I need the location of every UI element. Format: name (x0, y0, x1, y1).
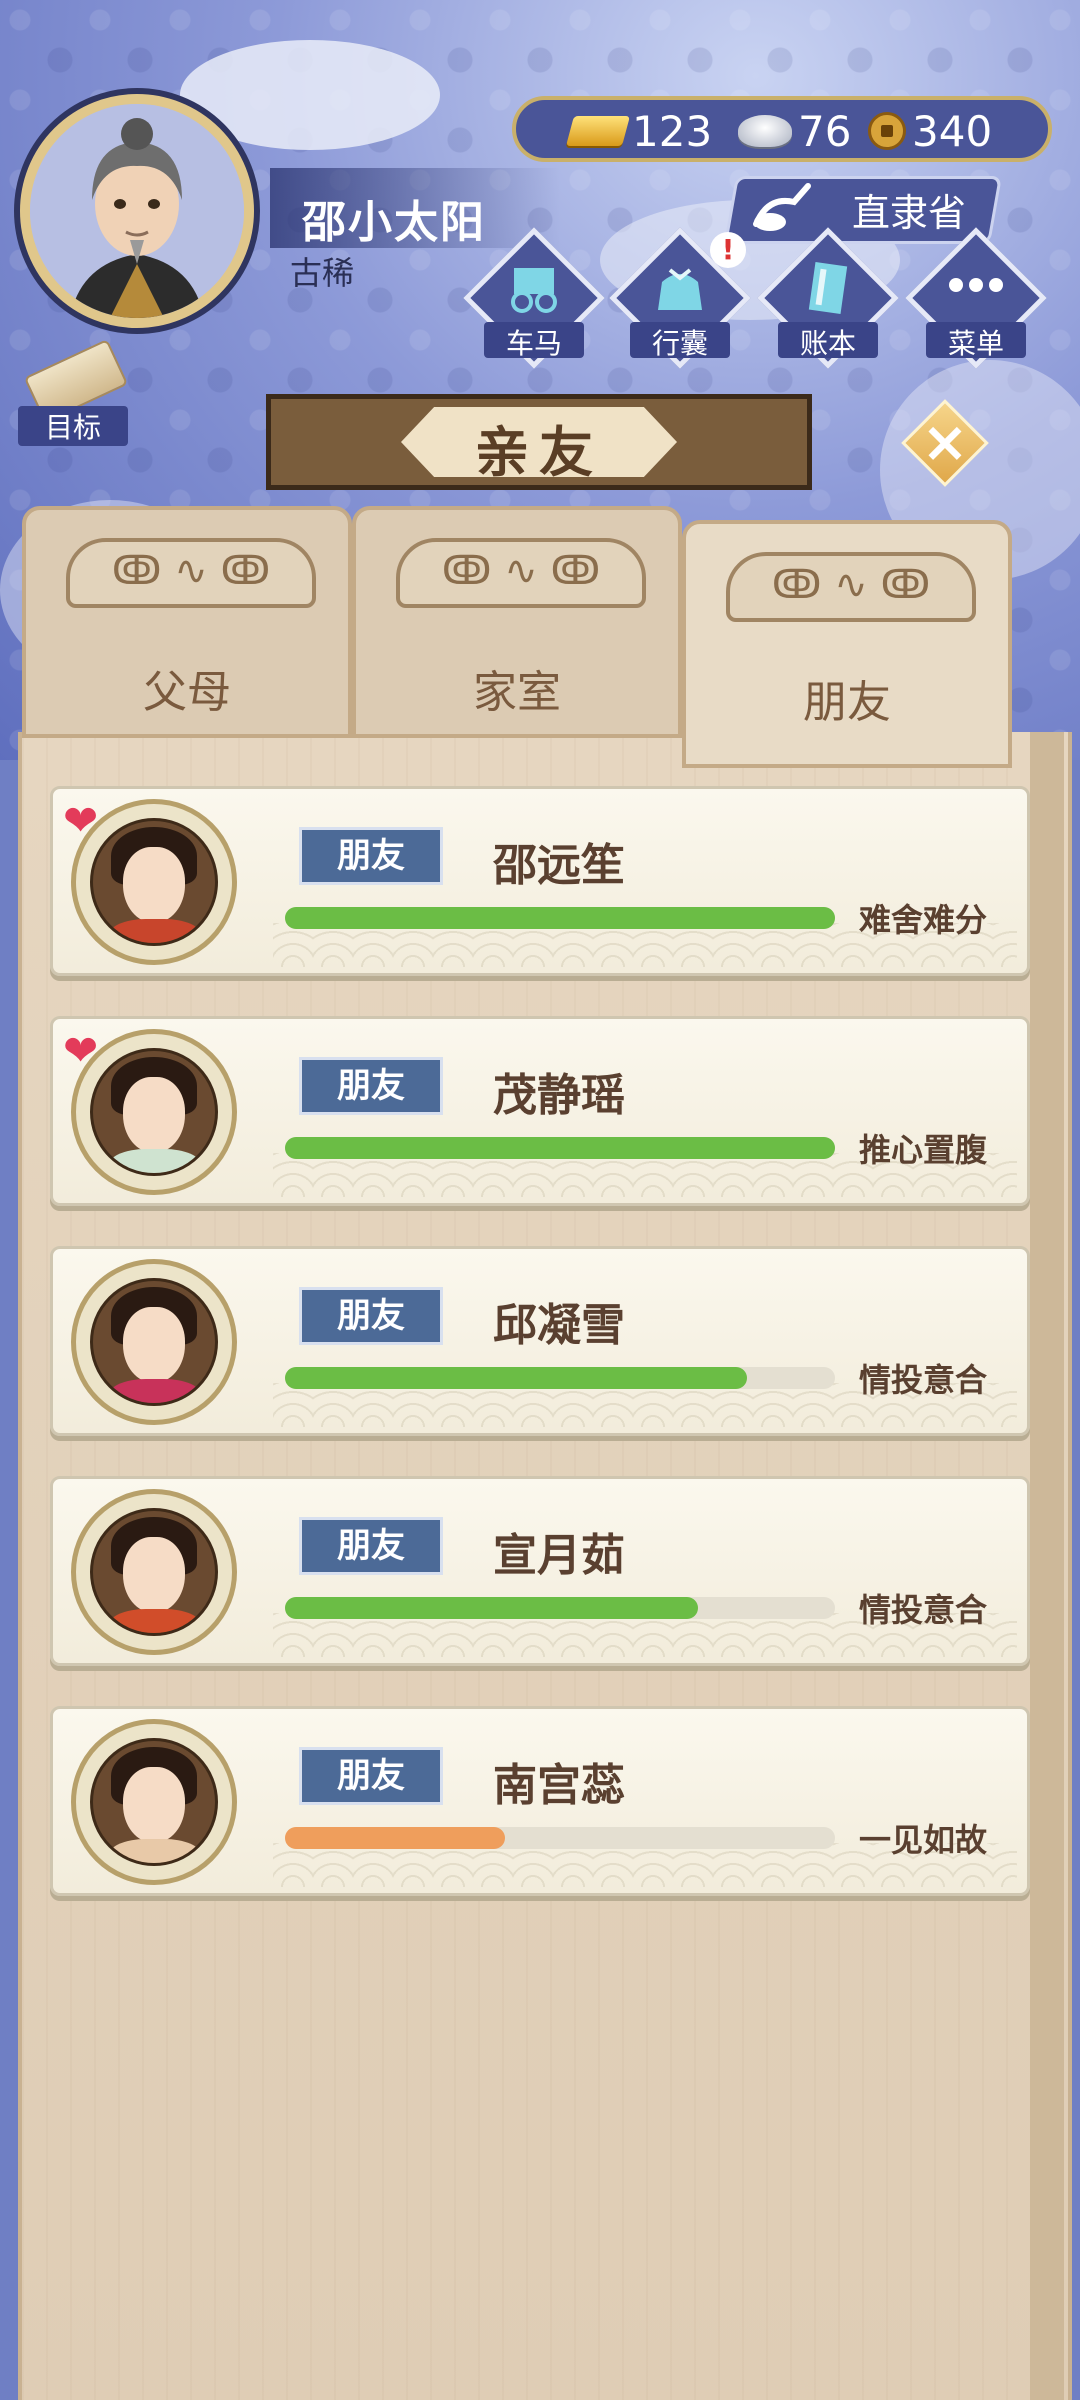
gold-amount: 123 (632, 106, 713, 156)
friend-card[interactable]: 朋友 宣月茹情投意合 (50, 1476, 1030, 1666)
affinity-status: 推心置腹 (859, 1131, 988, 1169)
bag-button[interactable]: ! 行囊 (609, 227, 751, 369)
relation-badge: 朋友 (299, 1057, 443, 1115)
silver-currency[interactable]: 76 (738, 106, 852, 156)
more-dots-icon (949, 278, 1003, 292)
wood-panel-edge (1030, 732, 1064, 2400)
copper-coin-icon (868, 112, 906, 150)
alert-badge: ! (710, 232, 746, 268)
portrait-face (123, 1307, 185, 1383)
affinity-status: 难舍难分 (859, 901, 988, 939)
affinity-status: 情投意合 (859, 1361, 988, 1399)
gold-currency[interactable]: 123 (565, 106, 713, 156)
affinity-bar-fill (285, 1367, 747, 1389)
relation-badge: 朋友 (299, 1747, 443, 1805)
bag-icon (658, 268, 702, 310)
ledger-label: 账本 (799, 327, 856, 360)
tab-label: 家室 (473, 667, 561, 718)
friend-name: 邵远笙 (493, 840, 625, 891)
portrait-frame (71, 1489, 237, 1655)
portrait-robe (109, 1379, 201, 1403)
affinity-bar-fill (285, 907, 835, 929)
carriage-label: 车马 (505, 327, 562, 360)
friend-portrait (90, 1738, 218, 1866)
friend-name: 南宫蕊 (493, 1760, 625, 1811)
carriage-button[interactable]: 车马 (463, 227, 605, 369)
portrait-robe (109, 1149, 201, 1173)
friend-portrait (90, 1508, 218, 1636)
friend-card[interactable]: 朋友 南宫蕊一见如故 (50, 1706, 1030, 1896)
portrait-robe (109, 1839, 201, 1863)
portrait-robe (109, 919, 201, 943)
friend-portrait (90, 1278, 218, 1406)
player-avatar[interactable] (14, 88, 260, 334)
affinity-bar (285, 1827, 835, 1849)
tab-label: 父母 (143, 667, 231, 718)
friend-name: 宣月茹 (493, 1530, 625, 1581)
cloud-knot-icon (396, 538, 646, 608)
friend-name: 茂静瑶 (493, 1070, 625, 1121)
relation-badge: 朋友 (299, 1517, 443, 1575)
tab-parents[interactable]: 父母 (22, 506, 352, 738)
goal-button[interactable]: 目标 (18, 338, 129, 448)
carriage-icon (511, 268, 557, 313)
goal-label: 目标 (18, 406, 128, 446)
portrait-frame (71, 1719, 237, 1885)
close-icon: × (921, 410, 969, 475)
silver-ingot-icon (738, 115, 792, 147)
affinity-bar-fill (285, 1137, 835, 1159)
portrait-face (123, 1077, 185, 1153)
brush-icon (753, 183, 811, 231)
tab-family[interactable]: 家室 (352, 506, 682, 738)
currency-bar: 123 76 340 (512, 96, 1052, 162)
friend-card[interactable]: ❤ 朋友 邵远笙难舍难分 (50, 786, 1030, 976)
player-name: 邵小太阳 (302, 197, 486, 248)
tab-label: 朋友 (803, 677, 891, 728)
affinity-bar-fill (285, 1597, 698, 1619)
portrait-frame (71, 1259, 237, 1425)
avatar-portrait (30, 104, 244, 318)
affinity-bar-fill (285, 1827, 505, 1849)
portrait-face (123, 1767, 185, 1843)
close-button[interactable]: × (900, 398, 990, 488)
gold-ingot-icon (565, 116, 631, 146)
affinity-bar (285, 907, 835, 929)
relation-badge: 朋友 (299, 827, 443, 885)
heart-icon: ❤ (63, 796, 99, 845)
cloud-knot-icon (726, 552, 976, 622)
friend-card[interactable]: 朋友 邱凝雪情投意合 (50, 1246, 1030, 1436)
affinity-status: 一见如故 (859, 1821, 988, 1859)
menu-label: 菜单 (947, 327, 1004, 360)
ledger-button[interactable]: 账本 (757, 227, 899, 369)
bag-label: 行囊 (651, 327, 708, 360)
menu-button[interactable]: 菜单 (905, 227, 1047, 369)
affinity-bar (285, 1137, 835, 1159)
portrait-robe (109, 1609, 201, 1633)
friend-name: 邱凝雪 (493, 1300, 625, 1351)
portrait-face (123, 1537, 185, 1613)
portrait-face (123, 847, 185, 923)
relation-badge: 朋友 (299, 1287, 443, 1345)
friend-card[interactable]: ❤ 朋友 茂静瑶推心置腹 (50, 1016, 1030, 1206)
elder-portrait-icon (30, 104, 244, 318)
affinity-bar (285, 1367, 835, 1389)
panel-title: 亲友 (475, 421, 603, 484)
affinity-bar (285, 1597, 835, 1619)
province-label: 直隶省 (852, 191, 967, 235)
coin-amount: 340 (912, 106, 993, 156)
coin-currency[interactable]: 340 (868, 106, 993, 156)
tab-friends[interactable]: 朋友 (682, 520, 1012, 768)
cloud-knot-icon (66, 538, 316, 608)
ledger-icon (808, 262, 848, 314)
heart-icon: ❤ (63, 1026, 99, 1075)
silver-amount: 76 (798, 106, 852, 156)
player-age-title: 古稀 (290, 254, 355, 292)
affinity-status: 情投意合 (859, 1591, 988, 1629)
